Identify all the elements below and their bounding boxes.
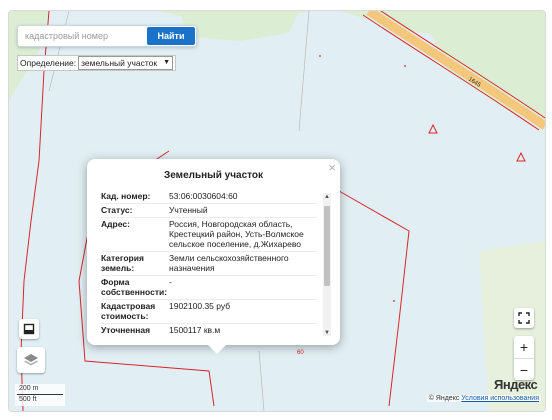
popup-row-cadastral-number: Кад. номер: 53:06:0030604:60: [101, 190, 317, 204]
row-value: Россия, Новгородская область, Крестецкий…: [169, 219, 304, 249]
terms-link[interactable]: Условия использования: [461, 395, 539, 402]
popup-row-cadastral-value: Кадастровая стоимость: 1902100.35 руб: [101, 300, 317, 324]
row-value: 1902100.35 руб: [169, 301, 231, 311]
definition-select[interactable]: земельный участок ▼: [78, 56, 174, 70]
marker-dot: [393, 300, 395, 302]
row-key: Категория земель:: [101, 253, 144, 273]
marker-dot: [319, 55, 321, 57]
parcel-number-label: 60: [297, 350, 304, 356]
row-value: Земли сельскохозяйственного назначения: [169, 253, 289, 273]
scale-bar: 200 m 500 ft: [15, 384, 65, 406]
layers-button[interactable]: [17, 347, 45, 373]
row-key: Форма собственности:: [101, 277, 168, 297]
ruler-button[interactable]: [19, 319, 39, 339]
row-value: 53:06:0030604:60: [169, 191, 238, 201]
definition-row: Определение: земельный участок ▼: [17, 55, 177, 71]
row-key: Адрес:: [101, 219, 130, 229]
parcel-info-popup: × Земельный участок Кад. номер: 53:06:00…: [87, 159, 340, 345]
row-key: Уточненная площадь:: [101, 325, 151, 335]
scale-imperial: 500 ft: [19, 396, 37, 403]
popup-row-status: Статус: Учтенный: [101, 204, 317, 218]
scale-metric: 200 m: [19, 385, 39, 392]
popup-title: Земельный участок: [163, 170, 264, 181]
definition-label: Определение:: [20, 58, 77, 68]
popup-row-address: Адрес: Россия, Новгородская область, Кре…: [101, 218, 317, 252]
scale-line: [17, 394, 63, 395]
popup-row-area: Уточненная площадь: 1500117 кв.м: [101, 324, 317, 335]
yandex-logo[interactable]: Яндекс: [494, 377, 538, 392]
map-frame: 1645 60 Найти Определение: земельный уча…: [8, 10, 546, 412]
row-key: Статус:: [101, 205, 133, 215]
zoom-in-button[interactable]: +: [514, 336, 534, 358]
scroll-up-arrow-icon[interactable]: ▲: [323, 194, 331, 200]
layers-icon: [24, 354, 38, 366]
scroll-down-arrow-icon[interactable]: ▼: [323, 330, 331, 336]
scroll-thumb[interactable]: [324, 206, 330, 286]
row-value: 1500117 кв.м: [169, 325, 221, 335]
search-panel: Найти: [17, 25, 197, 47]
popup-row-ownership: Форма собственности: -: [101, 276, 317, 300]
find-button[interactable]: Найти: [147, 27, 195, 45]
chevron-down-icon: ▼: [163, 59, 171, 66]
fullscreen-icon: [518, 312, 530, 324]
popup-scrollbar[interactable]: ▲ ▼: [323, 193, 331, 336]
zoom-control: + −: [514, 336, 534, 380]
row-key: Кад. номер:: [101, 191, 151, 201]
copyright-text: © Яндекс: [428, 395, 460, 402]
definition-selected-value: земельный участок: [81, 58, 158, 68]
fullscreen-button[interactable]: [514, 308, 534, 328]
popup-pointer: [208, 345, 226, 354]
row-value: -: [169, 277, 172, 287]
ruler-icon: [23, 323, 35, 335]
row-key: Кадастровая стоимость:: [101, 301, 156, 321]
attribution: © Яндекс Условия использования: [426, 395, 541, 402]
row-value: Учтенный: [169, 205, 208, 215]
marker-dot: [404, 65, 406, 67]
popup-row-land-category: Категория земель: Земли сельскохозяйстве…: [101, 252, 317, 276]
popup-body: Кад. номер: 53:06:0030604:60 Статус: Учт…: [101, 190, 317, 335]
cadastral-number-input[interactable]: [22, 28, 150, 44]
